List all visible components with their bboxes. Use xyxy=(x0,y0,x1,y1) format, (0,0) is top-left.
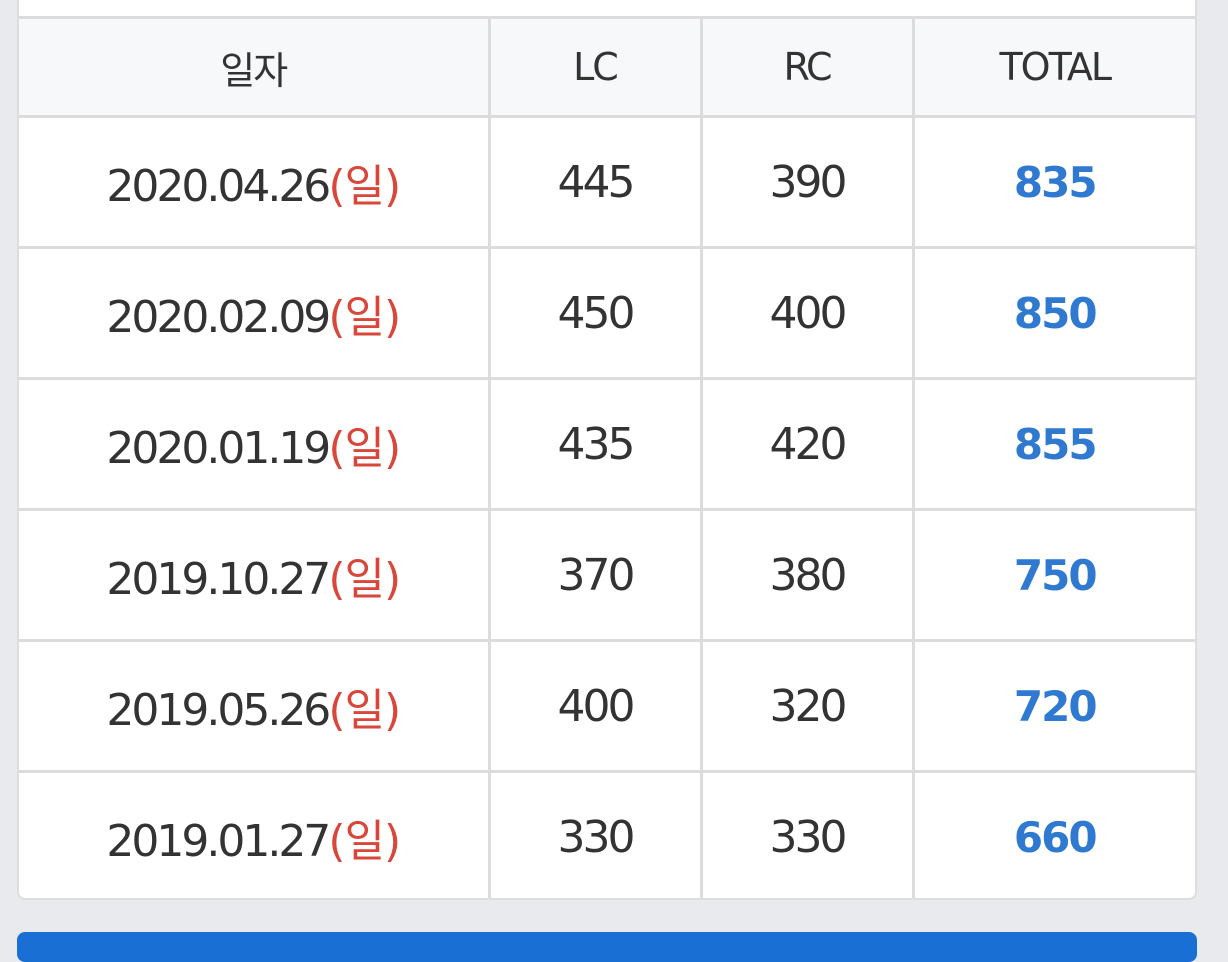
lc-score: 400 xyxy=(487,639,703,773)
lc-score: 435 xyxy=(487,377,703,511)
total-score: 750 xyxy=(911,508,1195,642)
rc-score: 400 xyxy=(699,246,915,380)
header-rc: RC xyxy=(699,16,915,118)
lc-score: 330 xyxy=(487,770,703,898)
table-row: 2020.04.26(일) 445 390 835 xyxy=(19,115,1195,249)
rc-score: 420 xyxy=(699,377,915,511)
rc-score: 380 xyxy=(699,508,915,642)
date-cell: 2020.04.26(일) xyxy=(19,115,491,249)
date-text: 2020.01.19 xyxy=(106,423,331,474)
primary-action-button[interactable] xyxy=(17,932,1197,962)
score-table-card: 일자 LC RC TOTAL 2020.04.26(일) 445 390 835… xyxy=(17,0,1197,900)
total-score: 855 xyxy=(911,377,1195,511)
date-text: 2019.01.27 xyxy=(106,816,331,867)
rc-score: 390 xyxy=(699,115,915,249)
rc-score: 320 xyxy=(699,639,915,773)
weekday-text: (일) xyxy=(328,685,401,736)
table-row: 2019.01.27(일) 330 330 660 xyxy=(19,770,1195,898)
date-cell: 2019.10.27(일) xyxy=(19,508,491,642)
total-score: 660 xyxy=(911,770,1195,898)
score-table: 일자 LC RC TOTAL 2020.04.26(일) 445 390 835… xyxy=(19,16,1195,898)
date-cell: 2019.05.26(일) xyxy=(19,639,491,773)
lc-score: 445 xyxy=(487,115,703,249)
table-row: 2019.10.27(일) 370 380 750 xyxy=(19,508,1195,642)
weekday-text: (일) xyxy=(328,423,401,474)
date-text: 2020.02.09 xyxy=(106,292,331,343)
weekday-text: (일) xyxy=(328,161,401,212)
weekday-text: (일) xyxy=(328,292,401,343)
lc-score: 450 xyxy=(487,246,703,380)
weekday-text: (일) xyxy=(328,816,401,867)
date-text: 2020.04.26 xyxy=(106,161,331,212)
total-score: 835 xyxy=(911,115,1195,249)
date-text: 2019.10.27 xyxy=(106,554,331,605)
table-header-row: 일자 LC RC TOTAL xyxy=(19,16,1195,118)
lc-score: 370 xyxy=(487,508,703,642)
header-total: TOTAL xyxy=(911,16,1195,118)
total-score: 720 xyxy=(911,639,1195,773)
date-text: 2019.05.26 xyxy=(106,685,331,736)
weekday-text: (일) xyxy=(328,554,401,605)
total-score: 850 xyxy=(911,246,1195,380)
date-cell: 2019.01.27(일) xyxy=(19,770,491,898)
date-cell: 2020.01.19(일) xyxy=(19,377,491,511)
date-cell: 2020.02.09(일) xyxy=(19,246,491,380)
header-date: 일자 xyxy=(19,16,491,118)
header-lc: LC xyxy=(487,16,703,118)
rc-score: 330 xyxy=(699,770,915,898)
table-row: 2020.01.19(일) 435 420 855 xyxy=(19,377,1195,511)
table-row: 2019.05.26(일) 400 320 720 xyxy=(19,639,1195,773)
table-row: 2020.02.09(일) 450 400 850 xyxy=(19,246,1195,380)
